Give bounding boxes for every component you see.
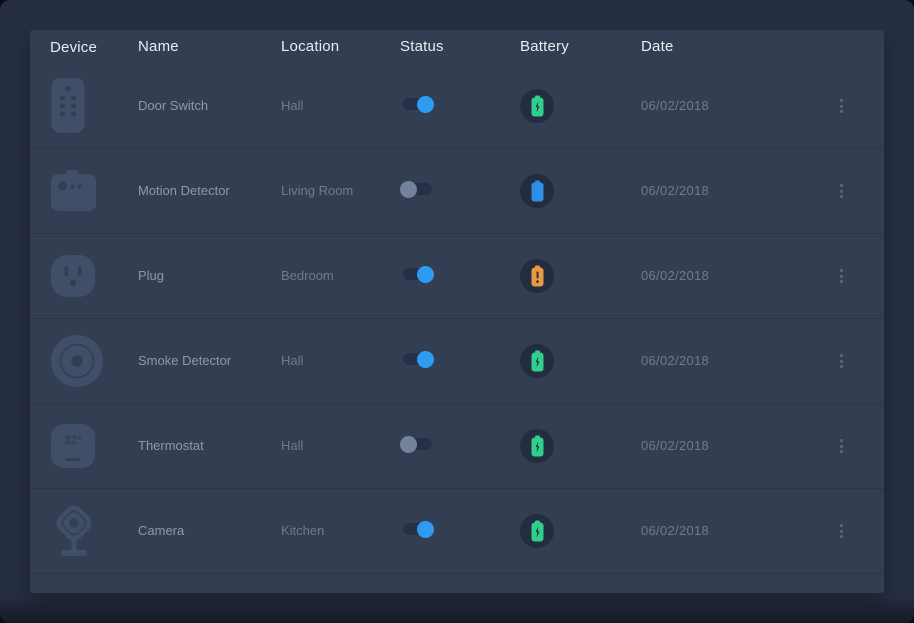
remote-icon: [50, 77, 86, 135]
device-name: Thermostat: [138, 438, 204, 453]
device-location: Bedroom: [281, 268, 334, 283]
device-date: 06/02/2018: [641, 268, 709, 283]
kebab-menu-icon[interactable]: [834, 433, 849, 459]
table-row: Motion Detector Living Room 06/02/2018: [30, 149, 884, 234]
plug-icon: [50, 254, 96, 298]
table-row: Door Switch Hall 06/02/2018: [30, 64, 884, 149]
battery-icon: [520, 514, 554, 548]
thermostat-temp-label: 32°: [64, 435, 82, 447]
battery-icon: [520, 174, 554, 208]
column-header-date: Date: [641, 38, 674, 55]
device-name: Smoke Detector: [138, 353, 231, 368]
column-header-status: Status: [400, 38, 444, 55]
toggle-knob: [417, 266, 434, 283]
camera-icon: [50, 502, 100, 560]
device-date: 06/02/2018: [641, 98, 709, 113]
kebab-menu-icon[interactable]: [834, 348, 849, 374]
device-name: Motion Detector: [138, 183, 230, 198]
status-toggle[interactable]: [403, 523, 432, 535]
kebab-menu-icon[interactable]: [834, 263, 849, 289]
status-toggle[interactable]: [403, 438, 432, 450]
device-date: 06/02/2018: [641, 523, 709, 538]
table-row: Smoke Detector Hall 06/02/2018: [30, 319, 884, 404]
table-header: Device Name Location Status Battery Date: [30, 30, 884, 64]
toggle-knob: [400, 181, 417, 198]
column-header-name: Name: [138, 38, 179, 55]
kebab-menu-icon[interactable]: [834, 178, 849, 204]
toggle-knob: [417, 96, 434, 113]
status-toggle[interactable]: [403, 183, 432, 195]
device-location: Hall: [281, 438, 303, 453]
toggle-knob: [400, 436, 417, 453]
motion-detector-icon: [50, 169, 98, 213]
kebab-menu-icon[interactable]: [834, 93, 849, 119]
smoke-detector-icon: [50, 334, 104, 388]
device-date: 06/02/2018: [641, 438, 709, 453]
table-row: 32° Thermostat Hall 06/02/201: [30, 404, 884, 489]
toggle-knob: [417, 351, 434, 368]
device-date: 06/02/2018: [641, 353, 709, 368]
toggle-knob: [417, 521, 434, 538]
battery-icon: [520, 259, 554, 293]
status-toggle[interactable]: [403, 268, 432, 280]
thermostat-icon: 32°: [50, 423, 96, 469]
battery-icon: [520, 344, 554, 378]
column-header-location: Location: [281, 38, 339, 55]
device-name: Plug: [138, 268, 164, 283]
bottom-shadow: [0, 597, 914, 623]
battery-icon: [520, 89, 554, 123]
device-location: Kitchen: [281, 523, 324, 538]
device-location: Hall: [281, 98, 303, 113]
column-header-device: Device: [50, 39, 97, 56]
app-window: Device Name Location Status Battery Date: [0, 0, 914, 623]
status-toggle[interactable]: [403, 98, 432, 110]
column-header-battery: Battery: [520, 38, 569, 55]
device-location: Living Room: [281, 183, 353, 198]
devices-table: Device Name Location Status Battery Date: [30, 30, 884, 593]
device-name: Camera: [138, 523, 184, 538]
device-location: Hall: [281, 353, 303, 368]
device-date: 06/02/2018: [641, 183, 709, 198]
device-name: Door Switch: [138, 98, 208, 113]
battery-icon: [520, 429, 554, 463]
kebab-menu-icon[interactable]: [834, 518, 849, 544]
status-toggle[interactable]: [403, 353, 432, 365]
table-row: Plug Bedroom 06/02/2018: [30, 234, 884, 319]
table-row: Camera Kitchen 06/02/2018: [30, 489, 884, 574]
